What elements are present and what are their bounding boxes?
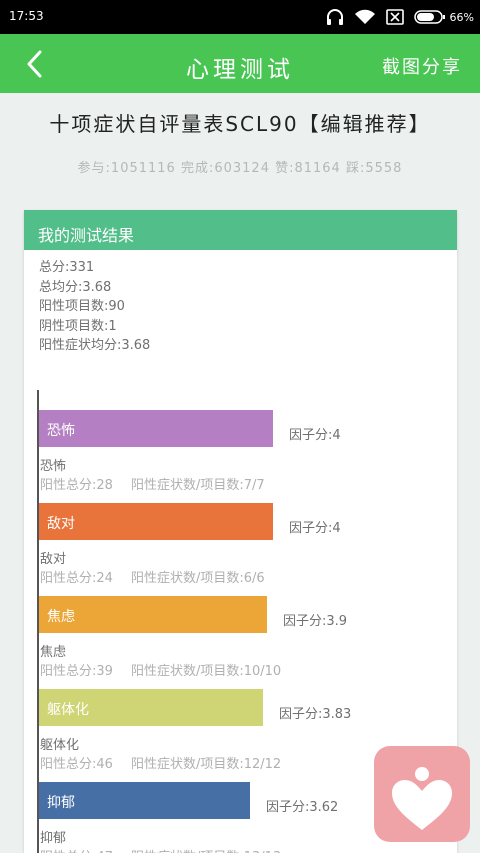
app-bar: 心理测试 截图分享 bbox=[0, 34, 480, 93]
factor-row: 焦虑 因子分:3.9 焦虑阳性总分:39 阳性症状数/项目数:10/10 bbox=[37, 596, 447, 688]
factor-name: 敌对 bbox=[40, 552, 67, 567]
factor-row: 敌对 因子分:4 敌对阳性总分:24 阳性症状数/项目数:6/6 bbox=[37, 503, 447, 595]
factor-bar: 焦虑 bbox=[39, 596, 267, 633]
result-card-header: 我的测试结果 bbox=[24, 210, 457, 250]
factor-positive-ratio: 阳性症状数/项目数:12/12 bbox=[130, 757, 282, 772]
factor-score-label: 因子分:4 bbox=[289, 521, 341, 536]
result-summary: 总分:331 总均分:3.68 阳性项目数:90 阴性项目数:1 阳性症状均分:… bbox=[24, 250, 457, 356]
summary-total-score: 总分:331 bbox=[39, 260, 95, 275]
factor-name: 躯体化 bbox=[40, 738, 80, 753]
factor-score-label: 因子分:3.83 bbox=[279, 707, 352, 722]
factor-positive-ratio: 阳性症状数/项目数:6/6 bbox=[130, 571, 265, 586]
factor-score-label: 因子分:4 bbox=[289, 428, 341, 443]
factor-positive-total: 阳性总分:28 bbox=[40, 478, 113, 493]
summary-positive-average: 阳性症状均分:3.68 bbox=[39, 338, 151, 354]
factor-positive-ratio: 阳性症状数/项目数:7/7 bbox=[130, 478, 265, 493]
summary-positive-count: 阳性项目数:90 bbox=[39, 299, 125, 315]
factor-positive-total: 阳性总分:39 bbox=[40, 664, 113, 679]
heart-person-icon bbox=[392, 767, 452, 830]
headphones-icon bbox=[326, 9, 343, 25]
factor-detail: 阳性总分:47阳性症状数/项目数:13/13 bbox=[40, 846, 281, 853]
summary-average-score: 总均分:3.68 bbox=[39, 279, 112, 295]
summary-negative-count: 阴性项目数:1 bbox=[39, 318, 117, 334]
test-stats: 参与:1051116 完成:603124 赞:81164 踩:5558 bbox=[77, 161, 403, 176]
factor-bar: 敌对 bbox=[39, 503, 273, 540]
factor-positive-total: 阳性总分:46 bbox=[40, 757, 113, 772]
factor-detail: 阳性总分:24 阳性症状数/项目数:6/6 bbox=[40, 567, 265, 586]
factor-name: 恐怖 bbox=[40, 459, 67, 474]
battery-level: 66% bbox=[449, 10, 474, 24]
status-bar: 17:53 66% bbox=[0, 0, 480, 34]
factor-detail: 阳性总分:46 阳性症状数/项目数:12/12 bbox=[40, 753, 281, 772]
status-time: 17:53 bbox=[9, 9, 44, 23]
factor-score-label: 因子分:3.62 bbox=[266, 800, 339, 815]
factor-bar: 躯体化 bbox=[39, 689, 263, 726]
heart-app-button[interactable] bbox=[374, 746, 470, 842]
factor-row: 恐怖 因子分:4 恐怖阳性总分:28 阳性症状数/项目数:7/7 bbox=[37, 410, 447, 502]
factor-positive-total: 阳性总分:24 bbox=[40, 571, 113, 586]
wifi-icon bbox=[354, 9, 375, 24]
factor-score-label: 因子分:3.9 bbox=[283, 614, 348, 629]
screenshot-share-button[interactable]: 截图分享 bbox=[382, 53, 462, 79]
test-title: 十项症状自评量表SCL90【编辑推荐】 bbox=[49, 112, 431, 136]
factor-name: 焦虑 bbox=[40, 645, 67, 660]
no-sim-icon bbox=[385, 9, 404, 25]
factor-detail: 阳性总分:39 阳性症状数/项目数:10/10 bbox=[40, 660, 281, 679]
factor-positive-ratio: 阳性症状数/项目数:10/10 bbox=[130, 664, 282, 679]
battery-icon bbox=[413, 10, 445, 24]
factor-name: 抑郁 bbox=[40, 831, 67, 846]
factor-bar: 抑郁 bbox=[39, 782, 250, 819]
factor-detail: 阳性总分:28 阳性症状数/项目数:7/7 bbox=[40, 474, 265, 493]
factor-bar: 恐怖 bbox=[39, 410, 273, 447]
